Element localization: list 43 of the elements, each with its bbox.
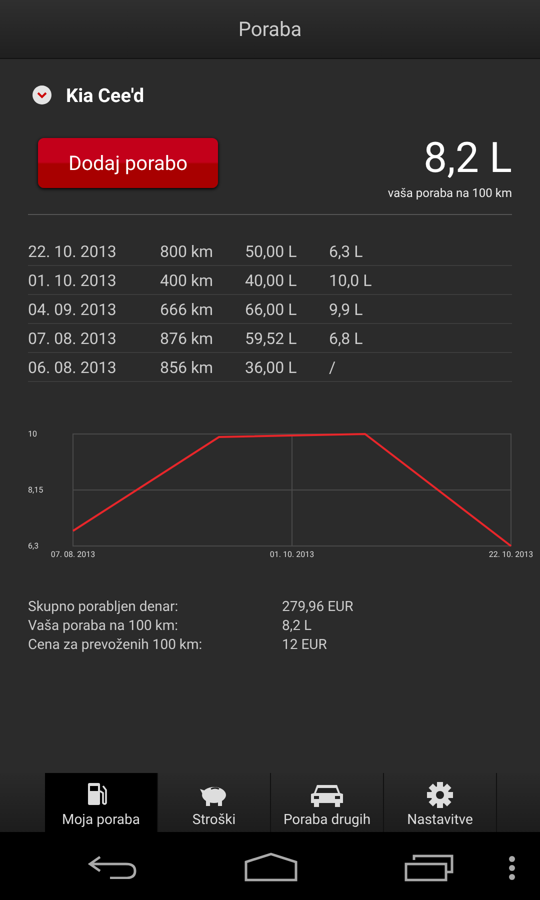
summary-label: Skupno porabljen denar:: [28, 599, 180, 615]
table-cell-text: 856 km: [160, 358, 214, 376]
table-cell-text: 876 km: [160, 328, 214, 348]
table-cell-text: /: [329, 358, 337, 376]
overflow-menu-icon[interactable]: [508, 856, 516, 880]
average-consumption: 8,2 L: [423, 134, 512, 184]
table-cell-text: 50,00 L: [245, 242, 298, 260]
table-cell-text: 6,8 L: [329, 328, 364, 348]
table-cell-text: 10,0 L: [329, 270, 373, 290]
summary-value: 12 EUR: [282, 637, 328, 653]
x-axis-label: 07. 08. 2013: [50, 550, 96, 559]
table-cell-text: 6,3 L: [329, 242, 364, 260]
table-cell-text: 01. 10. 2013: [28, 270, 118, 290]
back-icon[interactable]: [88, 855, 138, 879]
table-cell-text: 59,52 L: [245, 328, 298, 348]
summary-label: Cena za prevoženih 100 km:: [28, 637, 204, 653]
table-cell-text: 22. 10. 2013: [28, 242, 118, 260]
recent-apps-icon[interactable]: [404, 854, 454, 882]
table-cell-text: 400 km: [160, 270, 214, 290]
screen-title: Poraba: [238, 17, 302, 41]
y-axis-label: 6,3: [28, 542, 39, 550]
summary-label: Vaša poraba na 100 km:: [28, 618, 180, 634]
x-axis-label: 01. 10. 2013: [270, 550, 314, 559]
table-cell-text: 36,00 L: [245, 358, 298, 376]
y-axis-label: 10: [28, 430, 37, 438]
vehicle-name: Kia Cee'd: [66, 84, 144, 106]
table-cell-text: 800 km: [160, 242, 214, 260]
table-cell-text: 66,00 L: [245, 300, 298, 318]
x-axis-label: 22. 10. 2013: [488, 550, 534, 559]
dropdown-icon[interactable]: [32, 85, 52, 105]
tab[interactable]: Moja poraba: [45, 773, 158, 832]
y-axis-label: 8,15: [28, 486, 44, 494]
table-cell-text: 40,00 L: [245, 270, 298, 290]
table-cell-text: 9,9 L: [329, 300, 364, 318]
summary-value: 8,2 L: [282, 618, 313, 634]
table-cell-text: 04. 09. 2013: [28, 300, 118, 318]
table-cell-text: 06. 08. 2013: [28, 358, 118, 376]
add-consumption-button[interactable]: Dodaj porabo: [38, 138, 218, 188]
table-cell-text: 666 km: [160, 300, 214, 318]
average-caption: vaša poraba na 100 km: [388, 186, 512, 200]
home-icon[interactable]: [244, 852, 298, 882]
table-cell-text: 07. 08. 2013: [28, 328, 118, 348]
summary-value: 279,96 EUR: [282, 599, 354, 615]
